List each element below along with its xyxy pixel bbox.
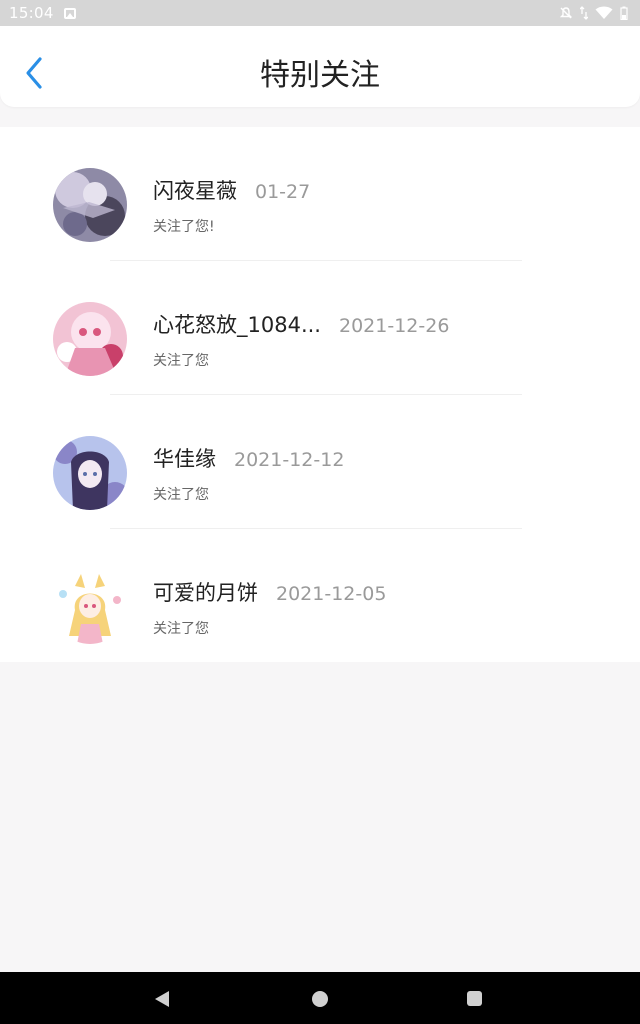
- follow-date: 2021-12-12: [234, 449, 345, 471]
- header: 特别关注: [0, 26, 640, 107]
- list-item[interactable]: 心花怒放_1084... 2021-12-26 关注了您: [0, 261, 640, 395]
- name-row: 闪夜星薇 01-27: [153, 175, 310, 205]
- list-item[interactable]: 可爱的月饼 2021-12-05 关注了您: [0, 529, 640, 663]
- system-nav-bar: [0, 972, 640, 1024]
- wifi-icon: [595, 6, 613, 19]
- name-row: 可爱的月饼 2021-12-05: [153, 577, 386, 607]
- follow-message: 关注了您: [153, 353, 209, 369]
- status-right: [559, 6, 628, 20]
- follow-message: 关注了您: [153, 487, 209, 503]
- follow-list: 闪夜星薇 01-27 关注了您! 心花怒放_1084... 2021-12-26…: [0, 127, 640, 662]
- user-name: 可爱的月饼: [153, 581, 258, 605]
- home-circle-icon[interactable]: [312, 991, 328, 1007]
- follow-date: 01-27: [255, 181, 311, 203]
- data-arrows-icon: [580, 6, 588, 20]
- follow-message: 关注了您: [153, 621, 209, 637]
- battery-icon: [620, 6, 628, 20]
- avatar[interactable]: [53, 302, 127, 376]
- status-left: 15:04: [9, 4, 76, 22]
- user-name: 闪夜星薇: [153, 179, 237, 203]
- name-row: 华佳缘 2021-12-12: [153, 443, 344, 473]
- follow-message: 关注了您!: [153, 219, 215, 235]
- user-name: 华佳缘: [153, 447, 216, 471]
- status-bar: 15:04: [0, 0, 640, 26]
- list-item[interactable]: 闪夜星薇 01-27 关注了您!: [0, 127, 640, 261]
- avatar-image: [53, 436, 127, 510]
- avatar[interactable]: [53, 168, 127, 242]
- list-item[interactable]: 华佳缘 2021-12-12 关注了您: [0, 395, 640, 529]
- follow-date: 2021-12-26: [338, 315, 450, 337]
- avatar-image: [53, 302, 127, 376]
- name-row: 心花怒放_1084... 2021-12-26: [153, 309, 449, 339]
- status-time: 15:04: [9, 4, 54, 22]
- avatar-image: [53, 168, 127, 242]
- avatar[interactable]: [53, 436, 127, 510]
- page-title: 特别关注: [260, 58, 380, 93]
- recents-square-icon[interactable]: [467, 991, 482, 1006]
- user-name: 心花怒放_1084...: [153, 313, 321, 337]
- avatar[interactable]: [53, 570, 127, 644]
- back-triangle-icon[interactable]: [155, 991, 169, 1007]
- avatar-image: [53, 570, 127, 644]
- mute-icon: [559, 7, 573, 19]
- image-icon: [63, 7, 76, 19]
- follow-date: 2021-12-05: [276, 583, 387, 605]
